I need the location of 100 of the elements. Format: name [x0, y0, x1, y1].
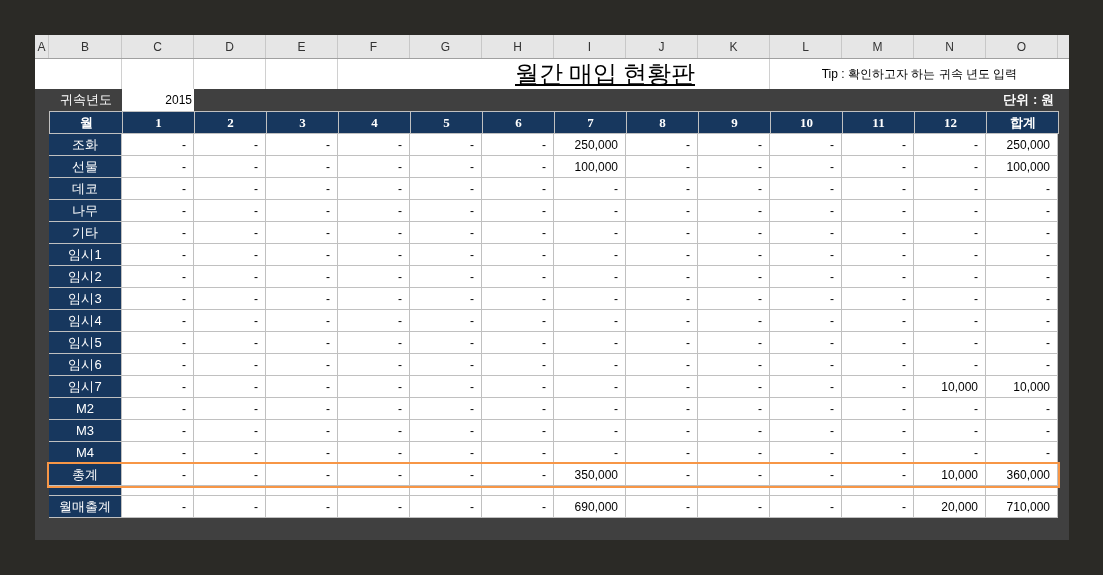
- table-cell: -: [122, 222, 194, 244]
- table-cell: -: [410, 156, 482, 178]
- table-cell: -: [842, 376, 914, 398]
- table-cell: -: [626, 134, 698, 156]
- table-cell: -: [554, 332, 626, 354]
- table-cell: -: [554, 354, 626, 376]
- table-cell: -: [266, 222, 338, 244]
- table-cell: -: [626, 178, 698, 200]
- column-header[interactable]: N: [914, 35, 986, 58]
- table-header: 8: [627, 112, 699, 134]
- table-cell: -: [626, 398, 698, 420]
- table-cell: -: [482, 156, 554, 178]
- table-cell: -: [266, 200, 338, 222]
- table-header: 1: [123, 112, 195, 134]
- table-cell: -: [482, 464, 554, 486]
- table-cell: -: [410, 266, 482, 288]
- table-cell: -: [266, 420, 338, 442]
- column-header[interactable]: J: [626, 35, 698, 58]
- table-cell: -: [122, 178, 194, 200]
- row-header: 임시6: [49, 354, 122, 376]
- column-header[interactable]: F: [338, 35, 410, 58]
- table-cell: -: [194, 442, 266, 464]
- table-header: 5: [411, 112, 483, 134]
- table-cell: -: [626, 464, 698, 486]
- table-cell: -: [266, 134, 338, 156]
- column-header[interactable]: H: [482, 35, 554, 58]
- table-cell: -: [122, 420, 194, 442]
- table-cell: -: [410, 496, 482, 518]
- row-header: 임시2: [49, 266, 122, 288]
- column-header[interactable]: L: [770, 35, 842, 58]
- column-header[interactable]: M: [842, 35, 914, 58]
- table-cell: -: [122, 398, 194, 420]
- column-header[interactable]: E: [266, 35, 338, 58]
- table-cell: -: [410, 442, 482, 464]
- table-cell: -: [338, 496, 410, 518]
- table-cell: -: [338, 442, 410, 464]
- table-cell: -: [842, 310, 914, 332]
- table-cell: -: [194, 134, 266, 156]
- table-cell: -: [554, 376, 626, 398]
- table-cell: -: [410, 200, 482, 222]
- table-cell: -: [914, 134, 986, 156]
- column-header[interactable]: K: [698, 35, 770, 58]
- table-cell: -: [914, 222, 986, 244]
- table-cell: -: [914, 332, 986, 354]
- table-cell: -: [698, 464, 770, 486]
- table-cell: -: [770, 354, 842, 376]
- row-header: 총계: [49, 464, 122, 486]
- table-cell: -: [986, 178, 1058, 200]
- table-cell: -: [482, 496, 554, 518]
- row-header: 월매출계: [49, 496, 122, 518]
- table-cell: -: [122, 376, 194, 398]
- table-cell: -: [410, 244, 482, 266]
- table-cell: -: [698, 398, 770, 420]
- table-cell: -: [842, 354, 914, 376]
- column-header[interactable]: O: [986, 35, 1058, 58]
- table-cell: -: [122, 288, 194, 310]
- table-cell: -: [410, 464, 482, 486]
- table-cell: -: [122, 354, 194, 376]
- table-cell: -: [482, 288, 554, 310]
- table-cell: -: [338, 244, 410, 266]
- row-header: 임시7: [49, 376, 122, 398]
- column-header[interactable]: C: [122, 35, 194, 58]
- table-cell: -: [842, 266, 914, 288]
- table-cell: -: [770, 266, 842, 288]
- column-header[interactable]: D: [194, 35, 266, 58]
- table-cell: -: [626, 244, 698, 266]
- table-cell: -: [482, 376, 554, 398]
- table-cell: -: [770, 200, 842, 222]
- table-cell: -: [626, 496, 698, 518]
- table-cell: -: [698, 178, 770, 200]
- table-cell: -: [410, 354, 482, 376]
- table-cell: -: [482, 222, 554, 244]
- table-cell: -: [554, 200, 626, 222]
- table-cell: -: [482, 332, 554, 354]
- table-cell: -: [698, 266, 770, 288]
- table-cell: -: [914, 266, 986, 288]
- table-cell: -: [554, 244, 626, 266]
- table-cell: -: [770, 464, 842, 486]
- table-cell: -: [338, 134, 410, 156]
- table-cell: -: [338, 398, 410, 420]
- table-cell: -: [986, 354, 1058, 376]
- table-cell: -: [194, 178, 266, 200]
- table-cell: -: [482, 266, 554, 288]
- table-cell: -: [554, 222, 626, 244]
- column-header[interactable]: A: [35, 35, 49, 58]
- table-cell: -: [482, 354, 554, 376]
- table-cell: -: [842, 398, 914, 420]
- table-cell: -: [122, 244, 194, 266]
- table-cell: -: [482, 178, 554, 200]
- sheet-title: 월간 매입 현황판: [515, 60, 695, 89]
- table-cell: -: [410, 288, 482, 310]
- year-input[interactable]: 2015: [122, 89, 194, 111]
- column-header[interactable]: G: [410, 35, 482, 58]
- column-header[interactable]: I: [554, 35, 626, 58]
- table-cell: -: [122, 496, 194, 518]
- table-cell: -: [698, 288, 770, 310]
- table-cell: -: [914, 200, 986, 222]
- column-header[interactable]: B: [49, 35, 122, 58]
- table-cell: -: [698, 420, 770, 442]
- unit-label: 단위 : 원: [1003, 91, 1054, 110]
